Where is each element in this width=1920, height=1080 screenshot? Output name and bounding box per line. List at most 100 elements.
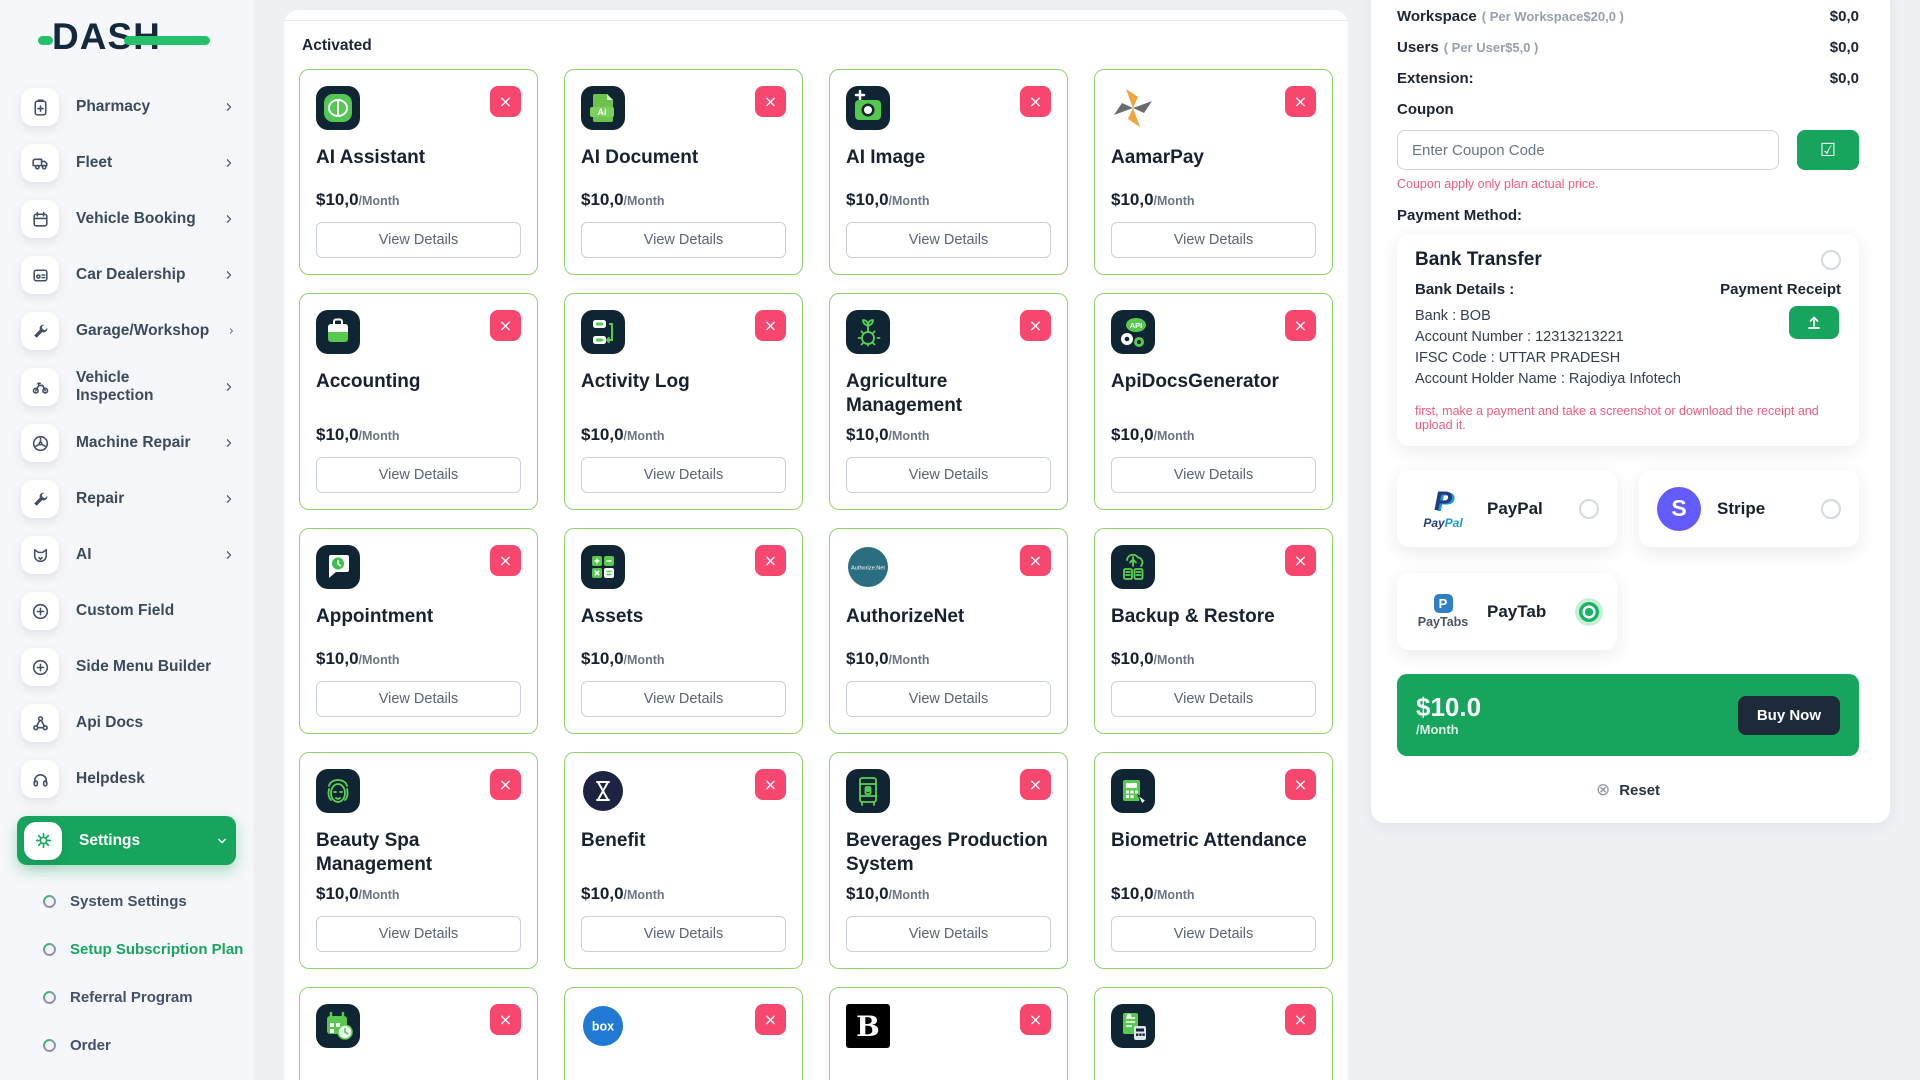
reset-button[interactable]: ⊗ Reset	[1397, 780, 1859, 800]
remove-addon-button[interactable]: ×	[755, 310, 786, 341]
view-details-button[interactable]: View Details	[1111, 681, 1316, 718]
upload-receipt-button[interactable]	[1789, 306, 1839, 339]
view-details-button[interactable]: View Details	[1111, 457, 1316, 494]
sidebar-item-settings[interactable]: Settings	[17, 816, 236, 865]
users-note: ( Per User$5,0 )	[1443, 40, 1539, 55]
submenu-item-order[interactable]: Order	[0, 1021, 253, 1069]
ai-camera-icon	[846, 86, 890, 130]
view-details-button[interactable]: View Details	[846, 916, 1051, 953]
addon-card-accounting: × Accounting $10,0/Month View Details	[299, 293, 538, 511]
submenu-item-setup-subscription-plan[interactable]: Setup Subscription Plan	[0, 925, 253, 973]
remove-addon-button[interactable]: ×	[1285, 310, 1316, 341]
bank-transfer-radio[interactable]	[1821, 250, 1841, 270]
apply-coupon-button[interactable]: ☑	[1797, 130, 1859, 170]
activity-log-icon	[581, 310, 625, 354]
submenu-item-referral-program[interactable]: Referral Program	[0, 973, 253, 1021]
bank-details: Bank : BOB Account Number : 12313213221 …	[1415, 306, 1745, 390]
users-row: Users ( Per User$5,0 ) $0,0	[1397, 39, 1859, 56]
paytab-label: PayTab	[1487, 601, 1547, 621]
truck-icon	[21, 144, 59, 182]
bullet-icon	[40, 891, 59, 911]
sidebar-item-api-docs[interactable]: Api Docs	[21, 704, 243, 742]
remove-addon-button[interactable]: ×	[490, 1004, 521, 1036]
sidebar-item-machine-repair[interactable]: Machine Repair	[21, 424, 243, 462]
remove-addon-button[interactable]: ×	[755, 86, 786, 117]
remove-addon-button[interactable]: ×	[755, 1004, 786, 1036]
remove-addon-button[interactable]: ×	[490, 310, 521, 341]
remove-addon-button[interactable]: ×	[1020, 769, 1051, 801]
users-value: $0,0	[1829, 39, 1859, 56]
stripe-radio[interactable]	[1821, 498, 1841, 519]
coupon-input[interactable]	[1397, 130, 1779, 170]
sidebar-item-car-dealership[interactable]: Car Dealership	[21, 256, 243, 294]
agriculture-icon	[846, 310, 890, 354]
view-details-button[interactable]: View Details	[581, 916, 786, 953]
remove-addon-button[interactable]: ×	[755, 545, 786, 577]
view-details-button[interactable]: View Details	[581, 457, 786, 494]
addon-card-apidocsgenerator: API × ApiDocsGenerator $10,0/Month View …	[1094, 293, 1333, 511]
wrench-icon	[21, 312, 59, 350]
ai-brain-icon	[316, 86, 360, 130]
sidebar-item-side-menu-builder[interactable]: Side Menu Builder	[21, 648, 243, 686]
addon-card-appointment: × Appointment $10,0/Month View Details	[299, 528, 538, 735]
paytab-radio-selected[interactable]	[1579, 601, 1599, 622]
workspace-value: $0,0	[1829, 8, 1859, 25]
remove-addon-button[interactable]: ×	[1285, 769, 1316, 801]
remove-addon-button[interactable]: ×	[490, 769, 521, 801]
submenu-item-system-settings[interactable]: System Settings	[0, 877, 253, 925]
authorizenet-logo-icon: Authorize.Net	[846, 545, 890, 589]
sidebar-item-fleet[interactable]: Fleet	[21, 144, 243, 182]
sidebar-item-vehicle-inspection[interactable]: Vehicle Inspection	[21, 368, 243, 406]
letter-b-logo-icon: B	[846, 1004, 890, 1049]
spa-face-icon	[316, 769, 360, 814]
chat-clock-icon	[316, 545, 360, 590]
view-details-button[interactable]: View Details	[846, 681, 1051, 718]
remove-addon-button[interactable]: ×	[1285, 1004, 1316, 1036]
bank-note: first, make a payment and take a screens…	[1415, 404, 1819, 432]
remove-addon-button[interactable]: ×	[1020, 310, 1051, 341]
remove-addon-button[interactable]: ×	[755, 769, 786, 801]
stripe-option[interactable]: S Stripe	[1639, 470, 1859, 547]
svg-text:Ai: Ai	[598, 107, 607, 117]
chevron-right-icon	[226, 495, 232, 503]
addon-title: Agriculture Management	[846, 371, 963, 416]
paypal-option[interactable]: P PayPal PayPal	[1397, 470, 1617, 547]
bullet-icon	[40, 1035, 59, 1055]
addon-card-beverages-production: × Beverages Production System $10,0/Mont…	[829, 752, 1068, 970]
sidebar-item-repair[interactable]: Repair	[21, 480, 243, 518]
headphones-icon	[21, 760, 59, 798]
view-details-button[interactable]: View Details	[581, 681, 786, 718]
view-details-button[interactable]: View Details	[1111, 222, 1316, 258]
chevron-right-icon	[226, 551, 232, 559]
sidebar-item-garage-workshop[interactable]: Garage/Workshop	[21, 312, 243, 350]
paypal-radio[interactable]	[1579, 498, 1599, 519]
remove-addon-button[interactable]: ×	[1020, 545, 1051, 577]
sidebar-item-vehicle-booking[interactable]: Vehicle Booking	[21, 200, 243, 238]
paytab-option[interactable]: P PayTabs PayTab	[1397, 573, 1617, 650]
addon-price: $10,0	[316, 190, 359, 209]
sidebar-nav: Pharmacy Fleet Vehicle Booking Car Deale…	[0, 88, 253, 1069]
view-details-button[interactable]: View Details	[316, 681, 521, 718]
gear-icon	[24, 821, 62, 860]
remove-addon-button[interactable]: ×	[1285, 545, 1316, 577]
buy-now-button[interactable]: Buy Now	[1737, 695, 1840, 735]
sidebar-item-pharmacy[interactable]: Pharmacy	[21, 88, 243, 126]
remove-addon-button[interactable]: ×	[490, 86, 521, 117]
view-details-button[interactable]: View Details	[316, 916, 521, 953]
view-details-button[interactable]: View Details	[316, 457, 521, 494]
view-details-button[interactable]: View Details	[581, 222, 786, 258]
view-details-button[interactable]: View Details	[1111, 916, 1316, 953]
sidebar-item-helpdesk[interactable]: Helpdesk	[21, 760, 243, 798]
remove-addon-button[interactable]: ×	[1285, 86, 1316, 117]
view-details-button[interactable]: View Details	[846, 457, 1051, 494]
workspace-row: Workspace ( Per Workspace$20,0 ) $0,0	[1397, 8, 1859, 25]
divider	[284, 20, 1348, 21]
brand-logo: DASH	[38, 16, 210, 64]
sidebar-item-ai[interactable]: AI	[21, 536, 243, 574]
view-details-button[interactable]: View Details	[316, 222, 521, 258]
view-details-button[interactable]: View Details	[846, 222, 1051, 258]
sidebar-item-custom-field[interactable]: Custom Field	[21, 592, 243, 630]
remove-addon-button[interactable]: ×	[1020, 1004, 1051, 1036]
remove-addon-button[interactable]: ×	[490, 545, 521, 577]
remove-addon-button[interactable]: ×	[1020, 86, 1051, 117]
